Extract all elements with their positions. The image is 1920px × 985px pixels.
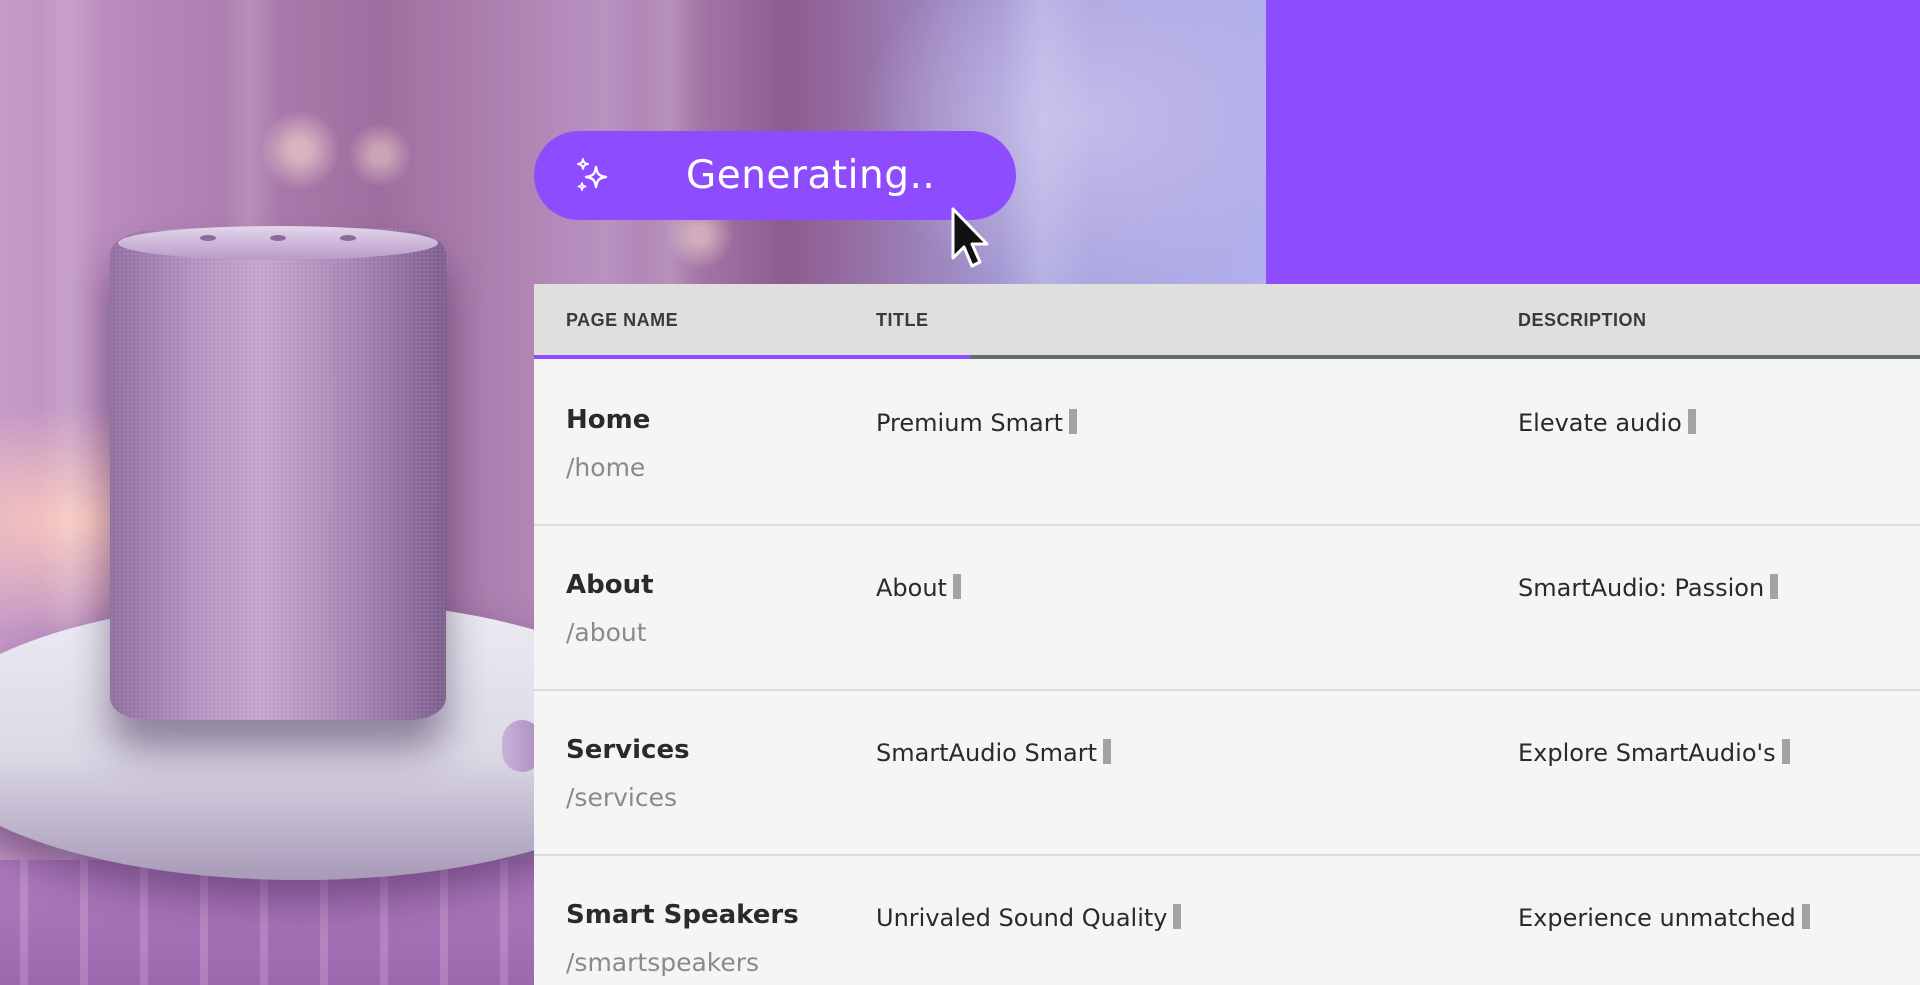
page-description-cell: Elevate audio <box>1518 409 1696 437</box>
pages-table: PAGE NAME TITLE DESCRIPTION Home /home P… <box>534 284 1920 985</box>
page-name: About <box>566 570 654 600</box>
page-name: Home <box>566 405 651 435</box>
typing-caret <box>1687 409 1696 434</box>
typing-caret <box>1801 904 1810 929</box>
page-path: /about <box>566 618 647 647</box>
column-header-title: TITLE <box>876 310 929 330</box>
typing-caret <box>1173 904 1182 929</box>
smart-speaker-image <box>110 228 446 720</box>
column-header-page-name: PAGE NAME <box>566 310 679 330</box>
generating-label: Generating.. <box>686 153 936 198</box>
page-description-cell: SmartAudio: Passion <box>1518 574 1779 602</box>
table-row[interactable]: About /about About SmartAudio: Passion <box>534 524 1920 691</box>
table-row[interactable]: Smart Speakers /smartspeakers Unrivaled … <box>534 854 1920 985</box>
page-title-cell: SmartAudio Smart <box>876 739 1112 767</box>
page-title-cell: About <box>876 574 961 602</box>
typing-caret <box>1103 739 1112 764</box>
page-path: /home <box>566 453 646 482</box>
column-header-description: DESCRIPTION <box>1518 310 1647 330</box>
table-row[interactable]: Services /services SmartAudio Smart Expl… <box>534 689 1920 856</box>
page-title-cell: Premium Smart <box>876 409 1078 437</box>
typing-caret <box>1770 574 1779 599</box>
page-description-cell: Experience unmatched <box>1518 904 1810 932</box>
typing-caret <box>1781 739 1790 764</box>
page-path: /services <box>566 783 677 812</box>
generating-button[interactable]: Generating.. <box>534 131 1016 220</box>
page-title-cell: Unrivaled Sound Quality <box>876 904 1182 932</box>
page-name: Smart Speakers <box>566 900 799 930</box>
sparkle-icon <box>577 158 608 191</box>
accent-block <box>1266 0 1920 284</box>
page-description-cell: Explore SmartAudio's <box>1518 739 1790 767</box>
table-row[interactable]: Home /home Premium Smart Elevate audio <box>534 359 1920 526</box>
page-path: /smartspeakers <box>566 948 760 977</box>
typing-caret <box>1069 409 1078 434</box>
page-name: Services <box>566 735 690 765</box>
table-header: PAGE NAME TITLE DESCRIPTION <box>534 284 1920 355</box>
mouse-cursor-icon <box>951 207 989 268</box>
typing-caret <box>952 574 961 599</box>
